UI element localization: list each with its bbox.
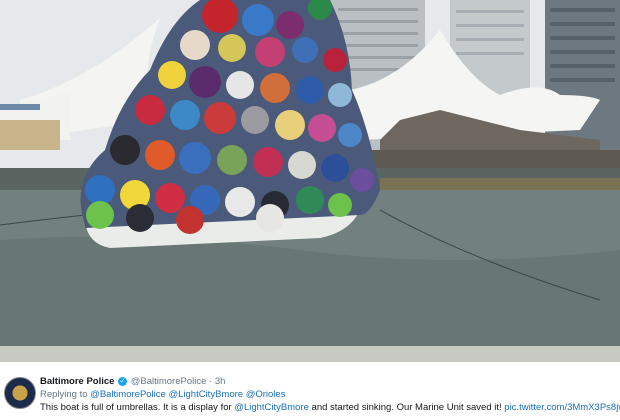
tweet-timestamp[interactable]: 3h — [215, 376, 226, 387]
harbor-scene-illustration — [0, 0, 620, 362]
tweet-card: Baltimore Police ✓ @BaltimorePolice · 3h… — [0, 362, 620, 420]
reply-mention-baltimorepolice[interactable]: @BaltimorePolice — [90, 389, 166, 400]
separator-dot: · — [209, 376, 213, 387]
tweet-header: Baltimore Police ✓ @BaltimorePolice · 3h — [40, 376, 225, 387]
tweet-text: This boat is full of umbrellas. It is a … — [40, 402, 620, 413]
replying-to-label: Replying to — [40, 389, 88, 400]
tweet-text-part2: and started sinking. Our Marine Unit sav… — [311, 402, 502, 413]
user-handle[interactable]: @BaltimorePolice — [131, 376, 207, 387]
tweet-mention-lightcitybmore[interactable]: @LightCityBmore — [234, 402, 309, 413]
display-name[interactable]: Baltimore Police — [40, 376, 114, 387]
reply-mention-orioles[interactable]: @Orioles — [246, 389, 286, 400]
verified-badge-icon: ✓ — [118, 376, 128, 386]
reply-mention-lightcitybmore[interactable]: @LightCityBmore — [168, 389, 243, 400]
police-badge-avatar[interactable] — [4, 377, 36, 409]
tweet-photo[interactable] — [0, 0, 620, 362]
reply-context: Replying to @BaltimorePolice @LightCityB… — [40, 389, 285, 400]
tweet-text-part1: This boat is full of umbrellas. It is a … — [40, 402, 232, 413]
tweet-pic-link[interactable]: pic.twitter.com/3MmX3Ps8jw — [504, 402, 620, 413]
